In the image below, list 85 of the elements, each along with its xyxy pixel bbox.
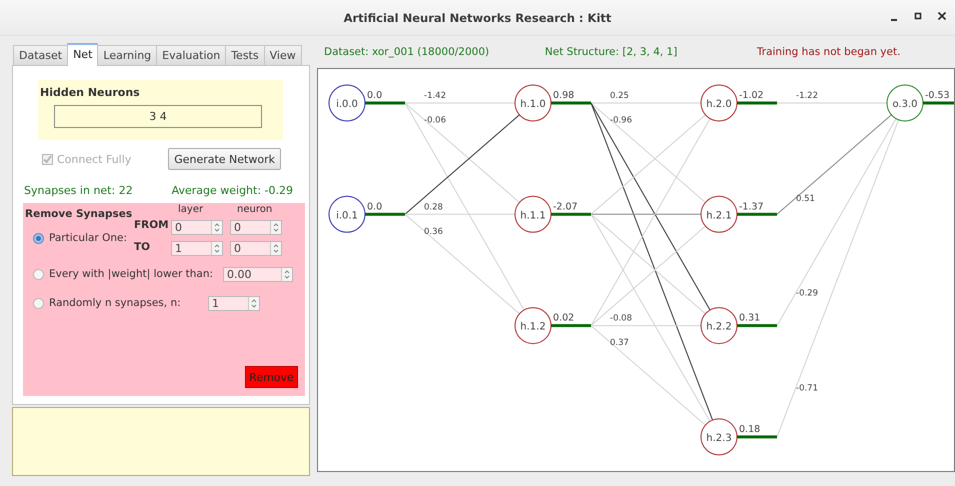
neuron-node[interactable]: i.0.1 <box>328 196 366 233</box>
output-bar <box>737 102 777 104</box>
to-label: TO <box>134 241 150 253</box>
spin-arrows-icon[interactable] <box>281 268 292 281</box>
output-value: 0.98 <box>553 90 574 101</box>
radio-button[interactable] <box>33 233 44 244</box>
spin-field[interactable]: 0.00 <box>223 267 293 282</box>
output-value: -2.07 <box>553 201 578 212</box>
spin-field[interactable]: 0 <box>230 241 282 256</box>
output-value: 0.0 <box>367 90 382 101</box>
average-weight: Average weight: -0.29 <box>172 184 293 197</box>
spin-arrows-icon[interactable] <box>211 242 222 255</box>
spin-field[interactable]: 0 <box>171 220 223 235</box>
option-label: Particular One: <box>49 232 127 244</box>
weight-label: -0.06 <box>424 116 446 126</box>
output-value: 0.31 <box>739 312 760 324</box>
checkbox-label: Connect Fully <box>57 152 132 166</box>
close-icon[interactable] <box>937 10 947 22</box>
weight-label: -0.96 <box>610 116 632 126</box>
radio-button[interactable] <box>33 298 44 309</box>
neuron-node[interactable]: h.2.0 <box>700 84 738 122</box>
status-text: Training has not began yet. <box>756 46 902 58</box>
neuron-node[interactable]: i.0.0 <box>328 84 366 122</box>
output-value: -0.53 <box>925 90 950 101</box>
spin-field[interactable]: 1 <box>208 296 260 311</box>
option-label: Every with |weight| lower than: <box>49 268 214 280</box>
output-value: 0.18 <box>739 424 760 435</box>
output-value: 0.0 <box>367 201 382 212</box>
input-field[interactable]: 3 4 <box>54 105 262 128</box>
spin-field[interactable]: 0 <box>230 220 282 235</box>
output-value: 0.02 <box>553 312 574 324</box>
remove-button[interactable]: Remove <box>245 366 298 388</box>
output-bar <box>923 102 954 104</box>
column-header: layer <box>178 204 204 215</box>
output-bar <box>551 324 591 328</box>
neuron-node[interactable]: h.2.2 <box>700 307 738 344</box>
spin-arrows-icon[interactable] <box>211 221 222 234</box>
synapse-count: Synapses in net: 22 <box>24 184 133 197</box>
output-bar <box>551 102 591 104</box>
maximize-icon[interactable] <box>913 10 923 22</box>
weight-label: -0.29 <box>796 288 818 299</box>
section-title: Remove Synapses <box>25 208 132 220</box>
weight-label: -1.22 <box>796 91 818 101</box>
tab[interactable]: Tests <box>225 45 265 65</box>
weight-label: -0.71 <box>796 383 818 394</box>
notes-area[interactable] <box>12 407 310 476</box>
neuron-node[interactable]: h.2.1 <box>700 196 738 233</box>
output-bar <box>737 435 777 438</box>
output-bar <box>737 212 777 216</box>
neuron-node[interactable]: h.1.2 <box>514 307 552 344</box>
weight-label: 0.36 <box>424 226 443 237</box>
spin-field[interactable]: 1 <box>171 241 223 256</box>
tab[interactable]: View <box>264 45 302 65</box>
spin-arrows-icon[interactable] <box>248 297 259 310</box>
radio-button[interactable] <box>33 269 44 280</box>
weight-label: -0.08 <box>610 314 632 324</box>
weight-label: 0.51 <box>796 194 815 204</box>
output-bar <box>365 212 405 216</box>
section-title: Hidden Neurons <box>40 86 140 99</box>
tab[interactable]: Net <box>67 43 98 66</box>
weight-label: 0.25 <box>610 91 629 101</box>
tab[interactable]: Learning <box>97 45 158 65</box>
weight-label: 0.37 <box>610 338 629 348</box>
generate-network-button[interactable]: Generate Network <box>168 148 281 170</box>
status-text: Net Structure: [2, 3, 4, 1] <box>544 46 678 58</box>
output-bar <box>551 212 591 216</box>
tab[interactable]: Dataset <box>13 45 68 65</box>
neuron-node[interactable]: o.3.0 <box>886 84 924 122</box>
spin-arrows-icon[interactable] <box>270 242 281 255</box>
output-value: -1.02 <box>739 90 764 101</box>
window-title: Artificial Neural Networks Research : Kitt <box>344 10 612 24</box>
option-label: Randomly n synapses, n: <box>49 297 181 309</box>
column-header: neuron <box>237 204 272 215</box>
neuron-node[interactable]: h.1.1 <box>514 196 552 233</box>
neuron-node[interactable]: h.2.3 <box>700 418 738 456</box>
output-bar <box>365 102 405 104</box>
tab[interactable]: Evaluation <box>156 45 226 65</box>
weight-label: -1.42 <box>424 91 446 101</box>
output-bar <box>737 324 777 328</box>
spin-arrows-icon[interactable] <box>270 221 281 234</box>
output-value: -1.37 <box>739 201 764 212</box>
neuron-node[interactable]: h.1.0 <box>514 84 552 122</box>
weight-label: 0.28 <box>424 202 443 212</box>
from-label: FROM <box>134 219 169 231</box>
status-text: Dataset: xor_001 (18000/2000) <box>324 46 490 58</box>
